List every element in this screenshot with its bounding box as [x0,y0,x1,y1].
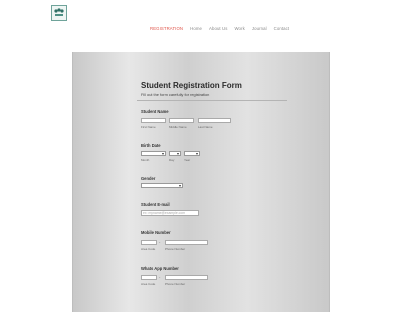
form-divider [137,100,287,101]
whatsapp-area-code-input[interactable] [141,275,157,280]
gender-label: Gender [141,176,156,181]
nav-about-us[interactable]: About Us [209,26,227,31]
birth-date-label: Birth Date [141,143,161,148]
nav-work[interactable]: Work [234,26,244,31]
middle-name-input[interactable] [169,118,194,123]
email-label: Student E-mail [141,202,170,207]
nav-registration[interactable]: REGISTRATION [150,26,183,31]
gender-select[interactable] [141,183,183,188]
logo-icon [54,8,64,16]
whatsapp-phone-sublabel: Phone Number [165,282,186,286]
mobile-phone-sublabel: Phone Number [165,247,186,251]
birth-day-select[interactable] [169,151,181,156]
birth-year-select[interactable] [184,151,200,156]
whatsapp-phone-input[interactable] [165,275,208,280]
form-subtitle: Fill out the form carefully for registra… [141,92,210,97]
nav-home[interactable]: Home [190,26,202,31]
site-logo[interactable] [51,5,67,21]
birth-year-sublabel: Year [184,158,191,162]
student-name-label: Student Name [141,109,169,114]
chevron-down-icon [196,153,198,155]
whatsapp-number-label: Whats App Number [141,266,179,271]
mobile-area-code-sublabel: Area Code [141,247,156,251]
first-name-sublabel: First Name [141,125,156,129]
mobile-dash: - [159,239,161,244]
email-field[interactable]: ex: myname@example.com [141,210,199,216]
form-title: Student Registration Form [141,81,242,90]
mobile-phone-input[interactable] [165,240,208,245]
mobile-number-label: Mobile Number [141,230,171,235]
chevron-down-icon [162,153,164,155]
birth-month-select[interactable] [141,151,166,156]
birth-month-sublabel: Month [141,158,150,162]
birth-day-sublabel: Day [169,158,175,162]
nav-journal[interactable]: Journal [252,26,267,31]
chevron-down-icon [177,153,179,155]
nav-contact[interactable]: Contact [274,26,290,31]
whatsapp-area-code-sublabel: Area Code [141,282,156,286]
mobile-area-code-input[interactable] [141,240,157,245]
chevron-down-icon [179,185,181,187]
main-nav: REGISTRATION Home About Us Work Journal … [150,26,289,31]
last-name-input[interactable] [198,118,231,123]
last-name-sublabel: Last Name [198,125,213,129]
registration-form-panel: Student Registration Form Fill out the f… [72,52,330,312]
first-name-input[interactable] [141,118,166,123]
middle-name-sublabel: Middle Name [169,125,187,129]
whatsapp-dash: - [159,274,161,279]
